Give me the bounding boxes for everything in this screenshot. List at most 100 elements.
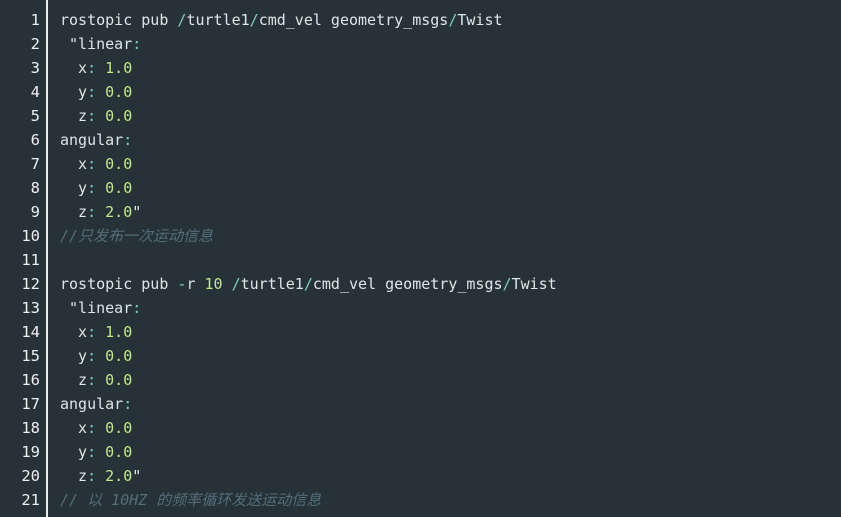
code-line[interactable]: z: 0.0 [60,368,841,392]
code-punctuation: : [87,107,106,125]
line-number-gutter: 1 2 3 4 5 6 7 8 9 10 11 12 13 14 15 16 17 18 19 20 21 [0,0,48,517]
code-text: Twist [511,275,557,293]
code-number: 0.0 [105,155,133,173]
code-line[interactable]: angular: [60,392,841,416]
code-editor[interactable]: 1 2 3 4 5 6 7 8 9 10 11 12 13 14 15 16 17 18 19 20 21 rostop… [0,0,841,517]
code-text: turtle1 [240,275,304,293]
code-punctuation: : [87,155,106,173]
code-line[interactable]: x: 1.0 [60,320,841,344]
code-text: x [60,323,88,341]
code-punctuation: : [132,299,142,317]
code-text: " [132,203,142,221]
code-punctuation: : [87,179,106,197]
code-text: y [60,443,88,461]
line-number: 20 [21,467,40,485]
code-line[interactable]: x: 0.0 [60,152,841,176]
code-punctuation: : [87,443,106,461]
line-number: 14 [21,323,40,341]
line-number: 9 [30,203,40,221]
code-line[interactable]: x: 1.0 [60,56,841,80]
code-punctuation: : [87,203,106,221]
line-number: 18 [21,419,40,437]
code-number: 1.0 [105,59,133,77]
code-text: " [132,467,142,485]
code-area[interactable]: rostopic pub /turtle1/cmd_vel geometry_m… [48,0,841,517]
line-number: 17 [21,395,40,413]
code-comment: // 以 10HZ 的频率循环发送运动信息 [60,491,322,509]
code-number: 0.0 [105,83,133,101]
code-punctuation: : [87,347,106,365]
line-number: 6 [30,131,40,149]
code-text: turtle1 [186,11,250,29]
code-line[interactable]: z: 2.0" [60,464,841,488]
code-number: 2.0 [105,203,133,221]
code-text: z [60,203,88,221]
line-number: 4 [30,83,40,101]
line-number: 10 [21,227,40,245]
code-number: 0.0 [105,419,133,437]
code-line[interactable]: z: 0.0 [60,104,841,128]
code-punctuation: : [87,371,106,389]
code-number: 2.0 [105,467,133,485]
code-punctuation: : [87,59,106,77]
code-text: z [60,371,88,389]
code-line[interactable]: "linear: [60,32,841,56]
code-text: rostopic pub [60,11,178,29]
code-text: "linear [60,35,133,53]
code-punctuation: : [123,131,133,149]
code-line[interactable]: "linear: [60,296,841,320]
code-text: z [60,467,88,485]
line-number: 19 [21,443,40,461]
code-punctuation: / [231,275,241,293]
line-number: 8 [30,179,40,197]
line-number: 1 [30,11,40,29]
code-line[interactable]: z: 2.0" [60,200,841,224]
code-line[interactable] [60,248,841,272]
line-number: 7 [30,155,40,173]
code-text: y [60,347,88,365]
code-text: cmd_vel geometry_msgs [312,275,503,293]
code-text: "linear [60,299,133,317]
code-text: r [186,275,205,293]
code-line[interactable]: x: 0.0 [60,416,841,440]
line-number: 12 [21,275,40,293]
line-number: 13 [21,299,40,317]
code-text: y [60,179,88,197]
code-text: angular [60,131,124,149]
code-line[interactable]: y: 0.0 [60,344,841,368]
code-text: z [60,107,88,125]
line-number: 2 [30,35,40,53]
code-text: x [60,155,88,173]
code-number: 0.0 [105,107,133,125]
code-text: rostopic pub [60,275,178,293]
line-number: 5 [30,107,40,125]
code-line[interactable]: y: 0.0 [60,176,841,200]
code-number: 1.0 [105,323,133,341]
code-text: x [60,59,88,77]
code-line[interactable]: rostopic pub /turtle1/cmd_vel geometry_m… [60,8,841,32]
code-punctuation: : [132,35,142,53]
code-punctuation: : [123,395,133,413]
code-punctuation: / [502,275,512,293]
code-line[interactable]: y: 0.0 [60,80,841,104]
code-text: y [60,83,88,101]
line-number: 21 [21,491,40,509]
code-comment: //只发布一次运动信息 [60,227,214,245]
code-line[interactable]: //只发布一次运动信息 [60,224,841,248]
code-line[interactable]: angular: [60,128,841,152]
code-number: 0.0 [105,347,133,365]
line-number: 15 [21,347,40,365]
line-number: 11 [21,251,40,269]
code-punctuation: : [87,323,106,341]
code-text: cmd_vel geometry_msgs [258,11,449,29]
line-number: 16 [21,371,40,389]
code-punctuation: : [87,467,106,485]
code-punctuation: / [303,275,313,293]
code-punctuation: : [87,83,106,101]
code-number: 0.0 [105,179,133,197]
code-line[interactable]: rostopic pub -r 10 /turtle1/cmd_vel geom… [60,272,841,296]
code-line[interactable]: y: 0.0 [60,440,841,464]
code-number: 10 [204,275,223,293]
code-line[interactable]: // 以 10HZ 的频率循环发送运动信息 [60,488,841,512]
